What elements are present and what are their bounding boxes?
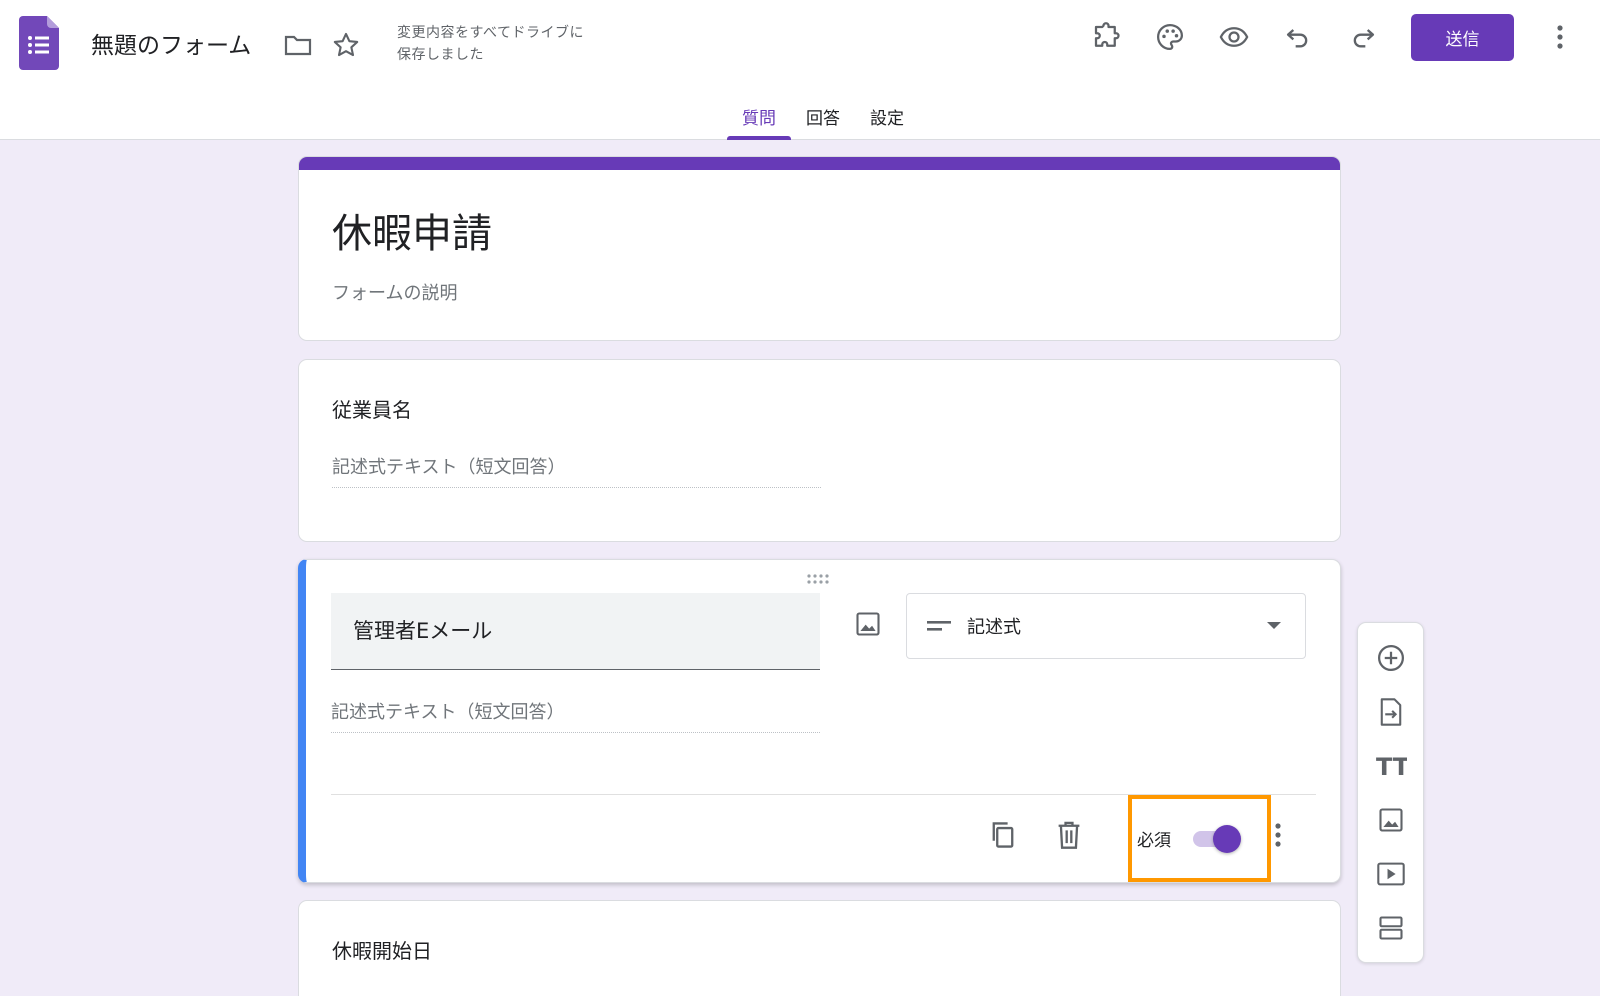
delete-icon[interactable] [1053, 819, 1085, 851]
send-button[interactable]: 送信 [1411, 14, 1514, 61]
short-answer-icon [927, 621, 951, 631]
short-answer-placeholder: 記述式テキスト（短文回答） [332, 453, 821, 488]
form-title-card[interactable]: 休暇申請 フォームの説明 [298, 156, 1341, 341]
drag-handle-icon[interactable] [806, 570, 830, 584]
dropdown-arrow-icon [1267, 622, 1281, 629]
active-question-card[interactable]: 管理者Eメール 記述式 記述式テキスト（短文回答） 必須 [298, 559, 1341, 883]
question-type-dropdown[interactable]: 記述式 [906, 593, 1306, 659]
accent-bar [299, 157, 1340, 170]
star-icon[interactable] [330, 29, 362, 61]
question-more-icon[interactable] [1266, 819, 1290, 851]
duplicate-icon[interactable] [987, 819, 1019, 851]
add-image-icon[interactable] [853, 609, 883, 639]
app-header: 無題のフォーム 変更内容をすべてドライブに 保存しました 送信 質問 回答 設定 [0, 0, 1600, 140]
add-video-icon[interactable] [1375, 858, 1407, 890]
tab-settings[interactable]: 設定 [855, 92, 919, 140]
form-title[interactable]: 休暇申請 [332, 201, 492, 259]
more-vert-icon[interactable] [1544, 21, 1576, 53]
addon-puzzle-icon[interactable] [1090, 21, 1122, 53]
form-description-input[interactable]: フォームの説明 [332, 279, 457, 305]
tab-questions[interactable]: 質問 [727, 92, 791, 140]
required-toggle[interactable] [1191, 824, 1241, 854]
question-title-input[interactable]: 管理者Eメール [331, 593, 820, 670]
save-status: 変更内容をすべてドライブに 保存しました [397, 25, 584, 63]
question-title: 休暇開始日 [332, 939, 432, 963]
document-title[interactable]: 無題のフォーム [91, 26, 251, 60]
palette-icon[interactable] [1154, 21, 1186, 53]
required-label: 必須 [1137, 831, 1171, 851]
folder-icon[interactable] [282, 29, 314, 61]
undo-icon[interactable] [1282, 21, 1314, 53]
add-title-icon[interactable]: TT [1375, 750, 1407, 782]
svg-text:TT: TT [1376, 753, 1407, 780]
tab-responses[interactable]: 回答 [791, 92, 855, 140]
preview-eye-icon[interactable] [1218, 21, 1250, 53]
question-toolbar: TT [1357, 622, 1424, 963]
question-title: 従業員名 [332, 398, 412, 422]
forms-logo-icon[interactable] [19, 16, 59, 70]
import-questions-icon[interactable] [1375, 696, 1407, 728]
question-card[interactable]: 休暇開始日 [298, 900, 1341, 996]
add-question-icon[interactable] [1375, 642, 1407, 674]
add-image-icon[interactable] [1375, 804, 1407, 836]
question-card[interactable]: 従業員名 記述式テキスト（短文回答） [298, 359, 1341, 542]
toggle-thumb [1213, 825, 1241, 853]
add-section-icon[interactable] [1375, 912, 1407, 944]
redo-icon[interactable] [1347, 21, 1379, 53]
question-type-label: 記述式 [967, 617, 1021, 638]
form-tabs: 質問 回答 設定 [727, 92, 919, 140]
short-answer-placeholder: 記述式テキスト（短文回答） [331, 698, 820, 733]
